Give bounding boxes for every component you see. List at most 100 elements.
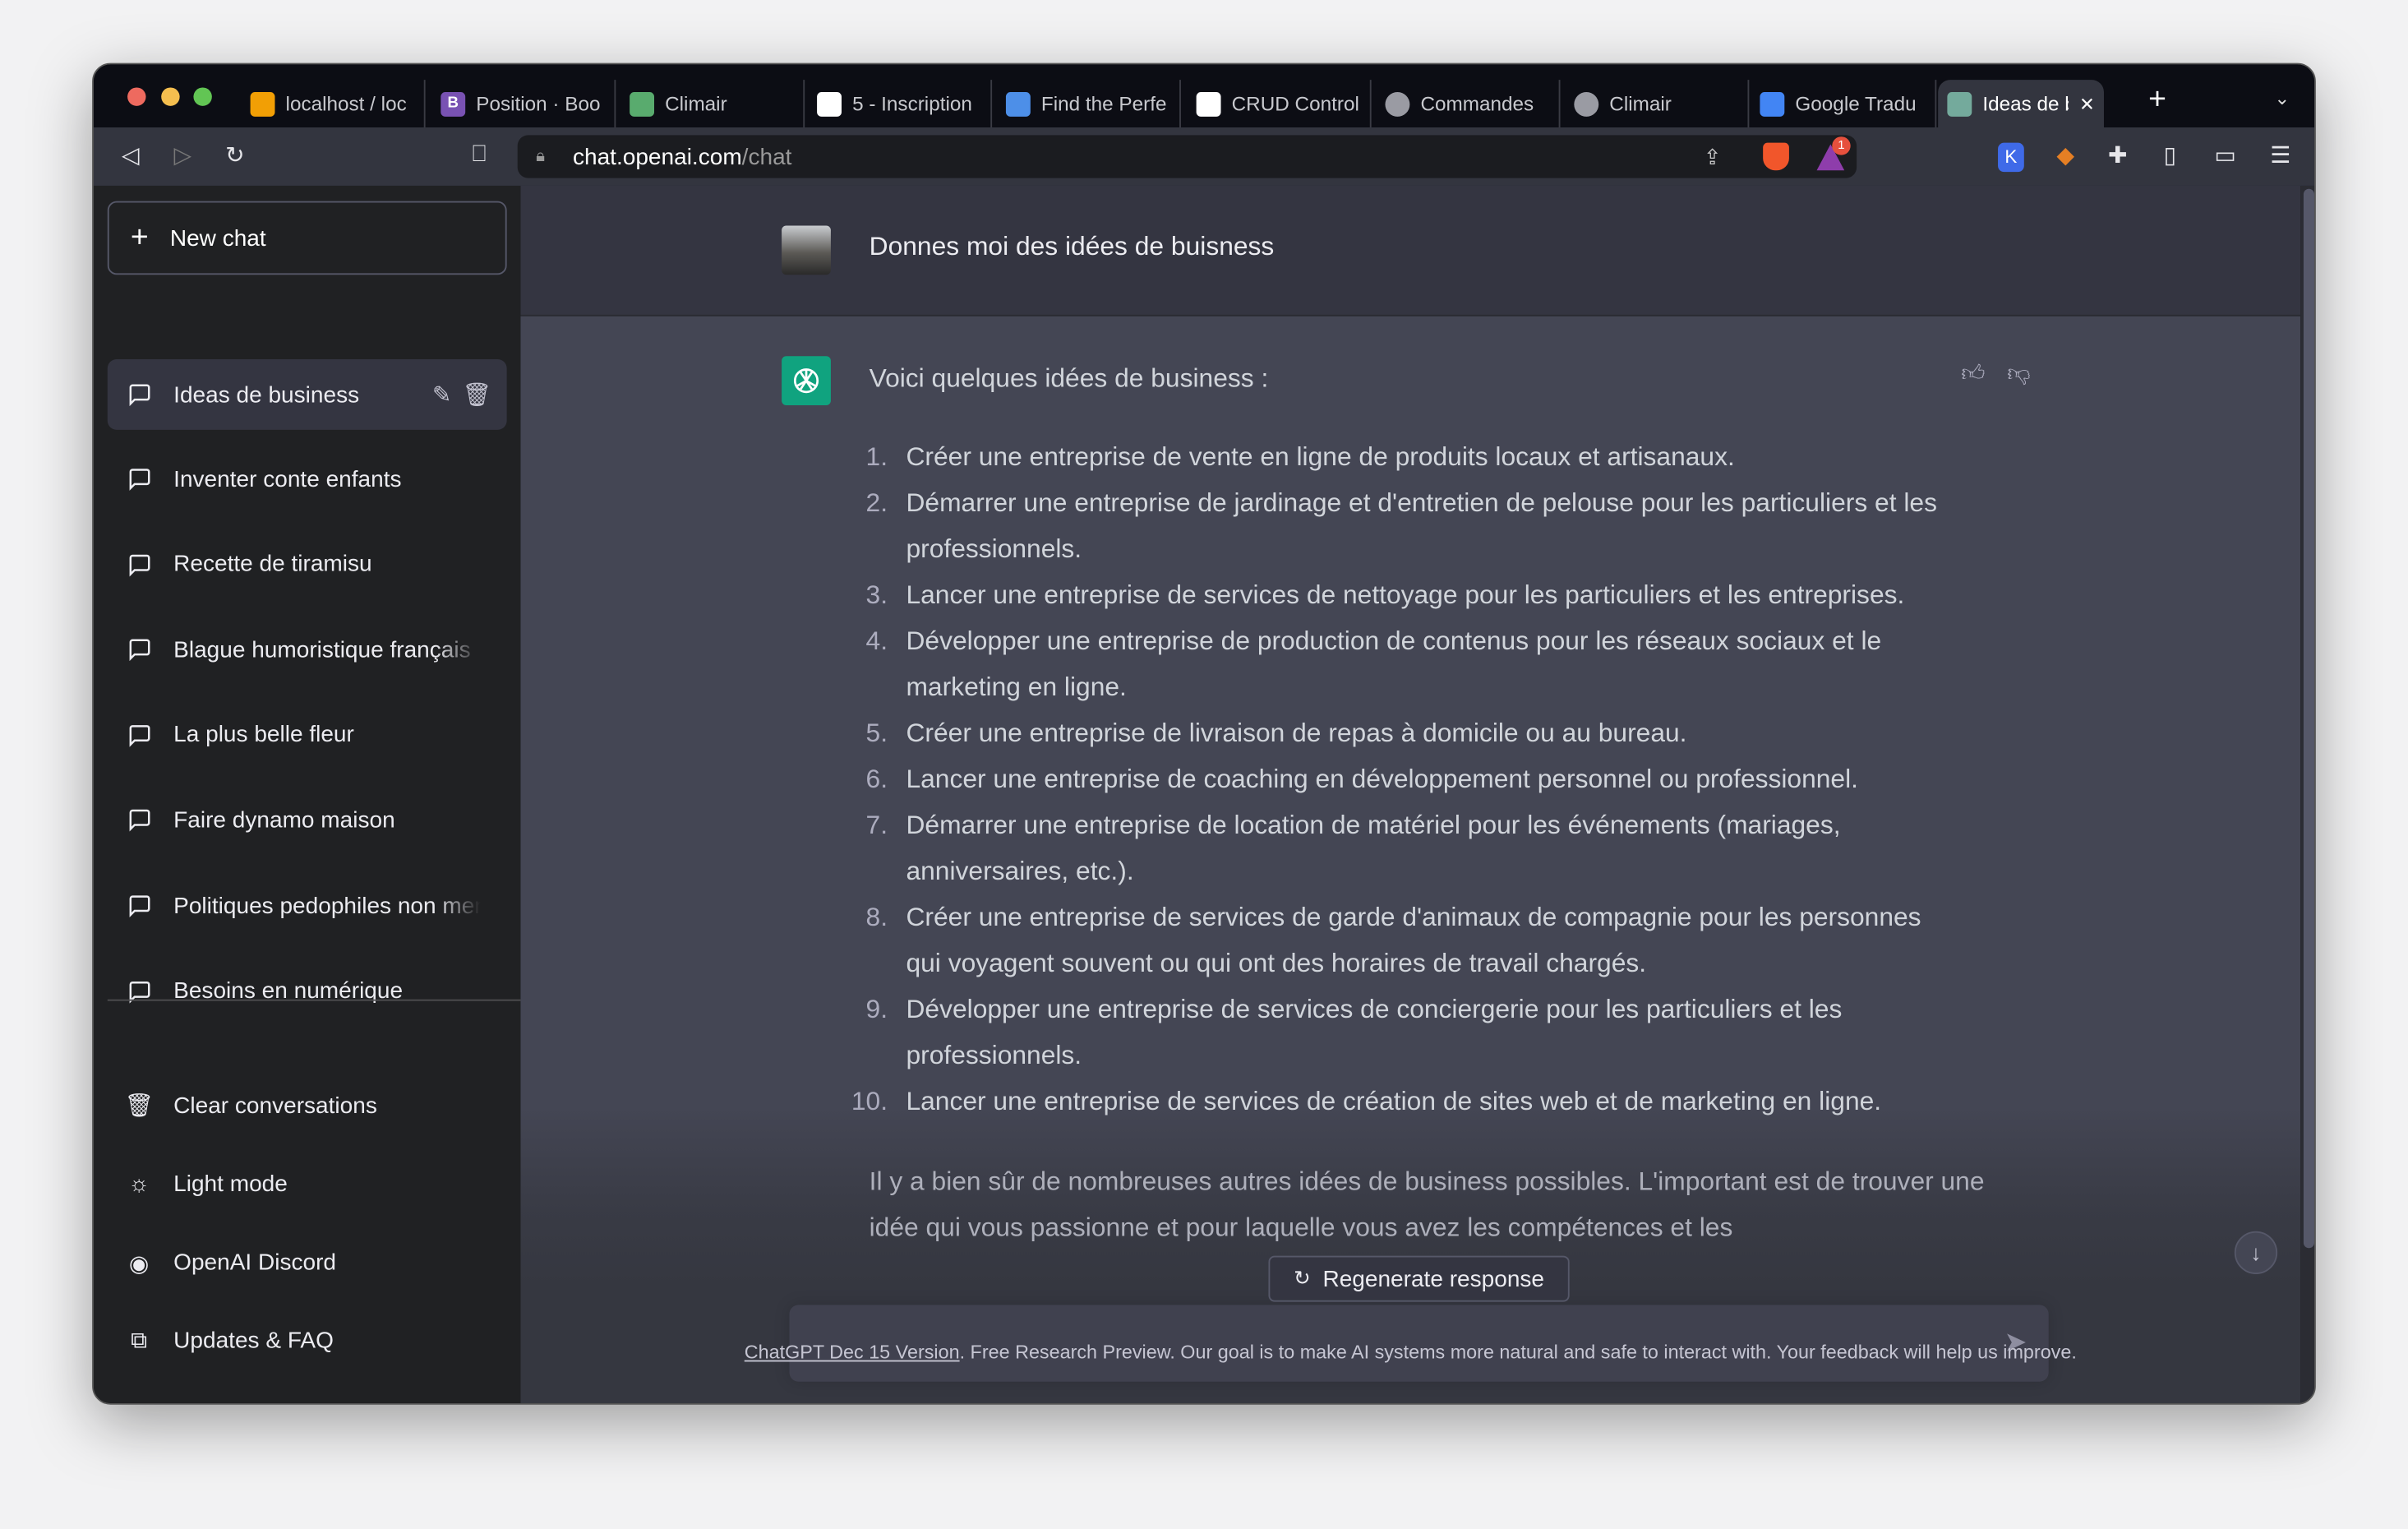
browser-tab[interactable]: CRUD Control (1187, 80, 1372, 128)
scrollbar-thumb[interactable] (2303, 188, 2314, 1249)
browser-tab[interactable]: Find the Perfe (997, 80, 1181, 128)
list-number: 5. (865, 718, 888, 748)
new-tab-button[interactable]: + (2148, 83, 2166, 118)
sidebar-action[interactable]: ⧉ Updates & FAQ (108, 1306, 507, 1377)
thumbs-down-icon[interactable]: 👎︎ (2007, 361, 2030, 389)
url-path: /chat (741, 143, 792, 170)
list-item-text: Démarrer une entreprise de location de m… (906, 811, 1841, 886)
tab-label: Climair (1609, 92, 1672, 116)
chat-bubble-icon (126, 636, 152, 663)
tab-label: localhost / loc (285, 92, 407, 116)
tab-label: CRUD Control (1231, 92, 1359, 116)
scrollbar[interactable] (2300, 185, 2314, 1403)
user-message: Donnes moi des idées de buisness (869, 231, 1275, 261)
share-icon[interactable]: ⇪ (1704, 144, 1722, 170)
tab-label: Ideas de b (1982, 92, 2069, 116)
conversation-item[interactable]: La plus belle fleur (108, 700, 507, 770)
conversation-item[interactable]: Besoins en numérique (108, 956, 507, 1027)
conversation-item[interactable]: Recette de tiramisu (108, 529, 507, 600)
edit-icon[interactable]: ✎ (432, 381, 452, 409)
browser-tab[interactable]: 5 - Inscription (808, 80, 993, 128)
conversation-label: Politiques pedophiles non mentionnés (173, 892, 481, 919)
regenerate-response-button[interactable]: ↻ Regenerate response (1268, 1255, 1570, 1302)
conversation-item[interactable]: Faire dynamo maison (108, 785, 507, 856)
sidebar-action[interactable]: ◉ OpenAI Discord (108, 1227, 507, 1298)
conversation-item[interactable]: Politiques pedophiles non mentionnés (108, 871, 507, 941)
list-number: 2. (865, 487, 888, 518)
close-tab-icon[interactable]: ✕ (2079, 93, 2095, 114)
list-item-text: Lancer une entreprise de services de net… (906, 580, 1905, 610)
version-link[interactable]: ChatGPT Dec 15 Version (745, 1342, 960, 1363)
sidebar-action-label: Light mode (173, 1171, 288, 1198)
maximize-window-button[interactable] (193, 87, 212, 106)
back-button[interactable]: ◁ (115, 141, 145, 169)
list-number: 6. (865, 764, 888, 794)
tab-label: Commandes (1420, 92, 1534, 116)
browser-tab[interactable]: B Position · Boo (431, 80, 616, 128)
metamask-icon[interactable]: ◆ (2050, 141, 2081, 169)
list-number: 1. (865, 441, 888, 472)
chatgpt-logo-icon (782, 356, 831, 406)
conversation-item[interactable]: Blague humoristique français (108, 614, 507, 685)
plus-icon: + (130, 219, 149, 255)
browser-toolbar: ◁ ▷ ↻ ⎕ 🔒︎ chat.openai.com/chat ⇪ 1 K ◆ … (93, 127, 2314, 186)
refresh-icon: ↻ (1294, 1266, 1311, 1290)
new-chat-button[interactable]: + New chat (107, 201, 507, 275)
globe-icon (1385, 91, 1410, 116)
menu-icon[interactable]: ☰ (2265, 141, 2295, 169)
conversation-label: Recette de tiramisu (173, 551, 372, 578)
close-window-button[interactable] (127, 87, 146, 106)
chat-bubble-icon (126, 807, 152, 834)
list-number: 4. (865, 626, 888, 656)
forward-button[interactable]: ▷ (168, 141, 198, 169)
url-host: chat.openai.com (572, 143, 742, 170)
reload-button[interactable]: ↻ (219, 141, 250, 169)
browser-window: localhost / loc B Position · Boo Climair 5 -… (92, 62, 2316, 1405)
browser-tab[interactable]: Google Tradu (1751, 80, 1937, 128)
tab-bar: localhost / loc B Position · Boo Climair 5 -… (93, 64, 2314, 128)
browser-tab[interactable]: Climair (1565, 80, 1750, 128)
chatgpt-icon (1947, 91, 1972, 116)
browser-tab[interactable]: Commandes (1376, 80, 1561, 128)
list-number: 3. (865, 580, 888, 610)
conversation-item[interactable]: Ideas de business ✎ 🗑︎ (107, 358, 507, 430)
footer-disclaimer: . Free Research Preview. Our goal is to … (959, 1342, 2077, 1364)
tab-label: Climair (665, 92, 727, 116)
sidebar-action[interactable]: ↪Log out (108, 1385, 507, 1403)
bookmark-icon[interactable]: ⎕ (464, 141, 494, 168)
wallet-icon[interactable]: ▭ (2210, 141, 2240, 169)
user-message-row: Donnes moi des idées de buisness (520, 185, 2301, 316)
browser-tab[interactable]: localhost / loc (241, 80, 426, 128)
chat-bubble-icon (126, 552, 152, 578)
thumbs-up-icon[interactable]: 👍︎ (1961, 361, 1985, 389)
conversation-label: La plus belle fleur (173, 722, 354, 749)
trash-icon[interactable]: 🗑︎ (462, 381, 491, 409)
address-bar[interactable]: 🔒︎ chat.openai.com/chat ⇪ 1 (517, 135, 1857, 178)
list-item: 8. Créer une entreprise de services de ga… (866, 895, 1944, 987)
sidebar-action[interactable]: ☼ Light mode (108, 1148, 507, 1219)
tab-list-chevron-icon[interactable]: ⌄ (2274, 87, 2290, 109)
footer-text: ChatGPT Dec 15 Version. Free Research Pr… (520, 1342, 2300, 1363)
sidebar-action-label: Updates & FAQ (173, 1328, 334, 1355)
chat-main: Donnes moi des idées de buisness Voici q… (520, 185, 2301, 1403)
conversation-item[interactable]: Inventer conte enfants (108, 444, 507, 515)
chat-bubble-icon (126, 466, 152, 492)
sidebar-action[interactable]: 🗑︎ Clear conversations (108, 1070, 507, 1141)
browser-tab[interactable]: Climair (620, 80, 805, 128)
inscription-icon (817, 91, 842, 116)
extension-k-icon[interactable]: K (1998, 142, 2024, 173)
zay-icon (630, 91, 655, 116)
brave-shields-icon[interactable] (1763, 142, 1789, 171)
minimize-window-button[interactable] (161, 87, 180, 106)
extensions-puzzle-icon[interactable]: ✚ (2102, 141, 2133, 169)
assistant-intro: Voici quelques idées de business : (869, 363, 1269, 394)
sidebar-action-label: OpenAI Discord (173, 1250, 337, 1277)
conversation-label: Blague humoristique français (173, 636, 471, 663)
business-ideas-list: 1. Créer une entreprise de vente en ligne… (851, 435, 1944, 1125)
browser-tab[interactable]: Ideas de b ✕ (1938, 80, 2104, 128)
sidebar-toggle-icon[interactable]: ▯ (2155, 141, 2185, 169)
list-item-text: Lancer une entreprise de coaching en dév… (906, 764, 1859, 794)
conversation-label: Inventer conte enfants (173, 465, 402, 492)
scroll-down-button[interactable]: ↓ (2234, 1231, 2278, 1275)
lock-icon: 🔒︎ (536, 146, 546, 165)
